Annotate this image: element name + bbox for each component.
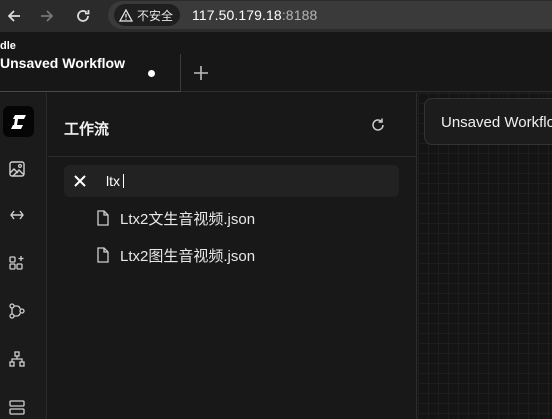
sidebar-item-templates[interactable]: [7, 349, 27, 369]
sidebar-item-queue[interactable]: [7, 397, 27, 417]
workflow-icon: [9, 303, 25, 319]
sidebar-item-images[interactable]: [7, 159, 27, 179]
url-port: :8188: [281, 7, 318, 23]
unsaved-dot-icon[interactable]: [148, 70, 155, 77]
list-item[interactable]: Ltx2图生音视频.json: [96, 243, 396, 267]
comfy-logo-icon: [10, 114, 26, 129]
sidebar-rail: [0, 93, 47, 419]
browser-toolbar: 不安全 117.50.179.18:8188: [0, 0, 552, 32]
url-text[interactable]: 117.50.179.18:8188: [192, 7, 317, 23]
queue-icon: [9, 400, 25, 415]
clear-search-button[interactable]: [70, 171, 90, 191]
tab-title: Unsaved Workflow: [0, 55, 125, 71]
file-icon: [97, 210, 109, 226]
tab-unsaved-workflow[interactable]: Unsaved Workflow: [0, 54, 181, 92]
workflow-tabs: Unsaved Workflow: [0, 54, 552, 92]
new-tab-button[interactable]: [190, 62, 212, 84]
file-name: Ltx2图生音视频.json: [120, 247, 256, 265]
back-button[interactable]: [5, 7, 23, 25]
app-name: dle: [0, 40, 16, 52]
sidebar-item-models[interactable]: [7, 205, 27, 225]
sidebar-item-nodes[interactable]: [7, 253, 27, 273]
logo-icon[interactable]: [3, 106, 34, 137]
forward-button[interactable]: [38, 7, 56, 25]
plus-icon: [194, 66, 208, 80]
panel-header: 工作流: [48, 93, 417, 157]
refresh-icon: [372, 118, 384, 131]
refresh-button[interactable]: [369, 116, 387, 134]
file-name: Ltx2文生音视频.json: [120, 210, 256, 228]
canvas-workflow-header: Unsaved Workflow: [424, 98, 552, 145]
address-bar[interactable]: 不安全 117.50.179.18:8188: [108, 1, 552, 29]
search-box: [64, 165, 399, 197]
graph-canvas[interactable]: Unsaved Workflow: [418, 93, 552, 419]
node-library-icon: [9, 256, 24, 270]
file-icon: [97, 247, 109, 263]
sidebar-item-workflows[interactable]: [7, 301, 27, 321]
image-icon: [9, 161, 25, 177]
warning-icon: [119, 8, 133, 22]
panel-title: 工作流: [64, 121, 110, 138]
text-caret: [123, 174, 124, 188]
model-icon: [10, 210, 24, 220]
url-host: 117.50.179.18: [192, 7, 282, 23]
reload-button[interactable]: [74, 7, 92, 25]
site-security-chip[interactable]: 不安全: [114, 4, 181, 26]
back-arrow-icon: [7, 10, 20, 22]
close-icon: [74, 175, 86, 187]
reload-icon: [77, 10, 90, 22]
templates-icon: [9, 351, 25, 367]
forward-arrow-icon: [41, 10, 54, 22]
list-item[interactable]: Ltx2文生音视频.json: [96, 206, 396, 230]
security-label: 不安全: [137, 8, 174, 23]
search-input[interactable]: [106, 171, 386, 191]
canvas-workflow-title[interactable]: Unsaved Workflow: [441, 114, 552, 131]
workflow-panel: 工作流 Ltx2文生音视频.json Ltx2图生音视频.json: [48, 93, 417, 419]
